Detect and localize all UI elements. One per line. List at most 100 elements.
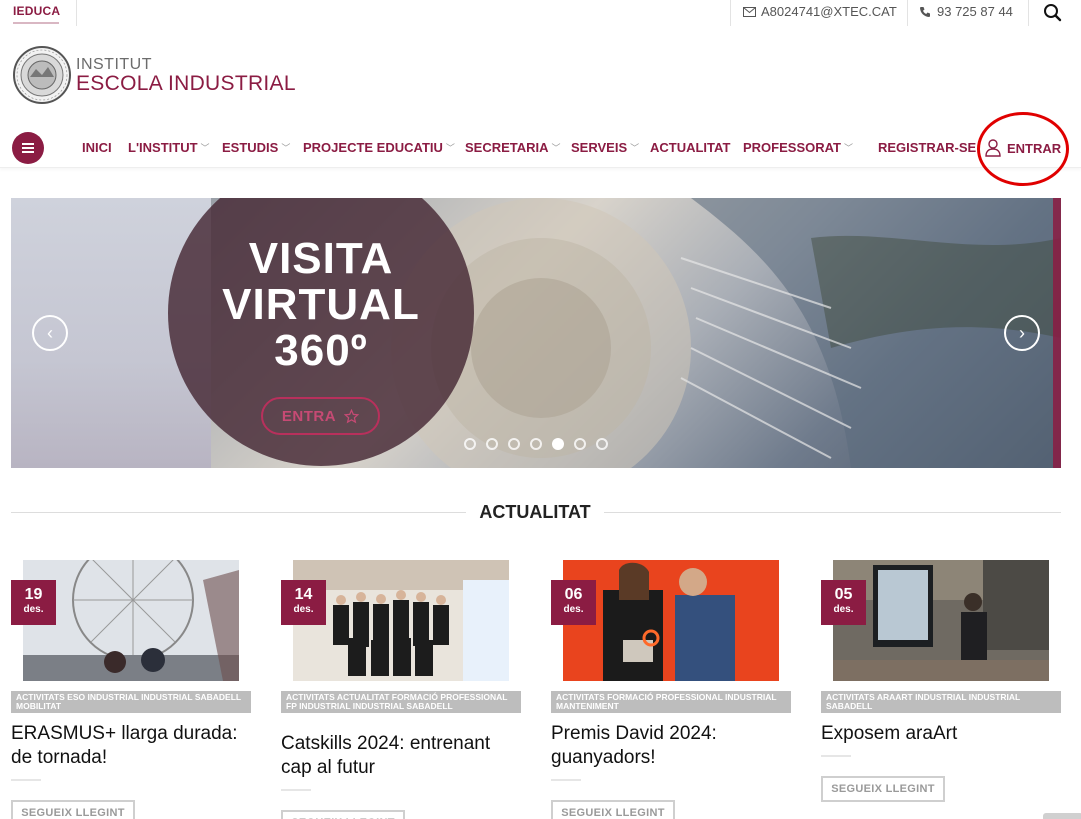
site-logo[interactable]: INSTITUT ESCOLA INDUSTRIAL	[12, 45, 296, 105]
slider-dot-active[interactable]	[552, 438, 564, 450]
news-categories[interactable]: ACTIVITATS FORMACIÓ PROFESSIONAL INDUSTR…	[551, 691, 791, 713]
divider	[1028, 0, 1029, 26]
nav-item-projecte-educatiu[interactable]: PROJECTE EDUCATIU ﹀	[303, 140, 455, 155]
nav-label: SERVEIS	[571, 140, 628, 155]
hamburger-icon	[22, 143, 34, 153]
register-link[interactable]: REGISTRAR-SE	[878, 140, 976, 155]
chevron-down-icon: ﹀	[200, 143, 210, 153]
register-label: REGISTRAR-SE	[878, 140, 977, 155]
date-month: des.	[833, 604, 854, 615]
search-icon	[1044, 4, 1062, 22]
star-icon	[344, 408, 360, 423]
slider-dot[interactable]	[464, 438, 476, 450]
top-bar: IEDUCA A8024741@XTEC.CAT 93 725 87 44	[0, 0, 1081, 26]
date-day: 05	[834, 586, 853, 603]
contact-email[interactable]: A8024741@XTEC.CAT	[743, 4, 897, 19]
news-title[interactable]: Exposem araArt	[821, 722, 1061, 746]
nav-item-estudis[interactable]: ESTUDIS ﹀	[222, 140, 290, 155]
date-month: des.	[293, 604, 314, 615]
divider	[76, 0, 77, 26]
section-rule	[604, 512, 1061, 513]
contact-phone[interactable]: 93 725 87 44	[919, 4, 1013, 19]
nav-item-institut[interactable]: L'INSTITUT ﹀	[128, 140, 210, 155]
nav-label: L'INSTITUT	[128, 140, 198, 155]
login-link[interactable]: ENTRAR	[985, 139, 1061, 157]
ieduca-link[interactable]: IEDUCA	[13, 4, 60, 18]
chevron-down-icon: ﹀	[551, 143, 561, 153]
institute-seal-logo	[13, 46, 71, 104]
news-categories[interactable]: ACTIVITATS ESO INDUSTRIAL INDUSTRIAL SAB…	[11, 691, 251, 713]
read-more-button[interactable]: SEGUEIX LLEGINT	[11, 800, 135, 819]
enter-button-label: ENTRA	[281, 407, 337, 425]
slider-dot[interactable]	[596, 438, 608, 450]
slide-title: VISITA VIRTUAL 360º	[168, 236, 474, 374]
slider-dots	[464, 438, 608, 450]
news-title[interactable]: Premis David 2024: guanyadors!	[551, 722, 791, 770]
chevron-down-icon: ﹀	[445, 143, 455, 153]
date-month: des.	[563, 604, 584, 615]
read-more-button[interactable]: SEGUEIX LLEGINT	[551, 800, 675, 819]
nav-label: SECRETARIA	[465, 140, 549, 155]
chevron-down-icon: ﹀	[281, 143, 291, 153]
news-title[interactable]: ERASMUS+ llarga durada: de tornada!	[11, 722, 251, 770]
main-navigation: INICI L'INSTITUT ﹀ ESTUDIS ﹀ PROJECTE EDUC…	[0, 128, 1081, 168]
date-month: des.	[23, 604, 44, 615]
title-rule	[11, 779, 41, 781]
hero-slider: VISITA VIRTUAL 360º ENTRA ‹ ›	[11, 198, 1061, 468]
slider-dot[interactable]	[574, 438, 586, 450]
date-day: 14	[294, 586, 313, 603]
title-rule	[551, 779, 581, 781]
date-badge: 19 des.	[11, 580, 56, 625]
title-rule	[281, 789, 311, 791]
ieduca-underline	[13, 22, 59, 24]
nav-item-professorat[interactable]: PROFESSORAT ﹀	[743, 140, 853, 155]
nav-label: ACTUALITAT	[650, 140, 731, 155]
date-badge: 05 des.	[821, 580, 866, 625]
phone-icon	[920, 6, 930, 17]
date-day: 06	[564, 586, 583, 603]
user-icon	[985, 139, 1001, 157]
nav-label: PROJECTE EDUCATIU	[303, 140, 443, 155]
chevron-down-icon: ﹀	[844, 143, 854, 153]
scroll-to-top-button[interactable]	[1043, 813, 1081, 819]
enter-virtual-visit-button[interactable]: ENTRA	[261, 397, 380, 435]
nav-label: ESTUDIS	[222, 140, 279, 155]
logo-line2: ESCOLA INDUSTRIAL	[76, 71, 296, 95]
nav-label: INICI	[82, 140, 112, 155]
nav-item-secretaria[interactable]: SECRETARIA ﹀	[465, 140, 561, 155]
email-text: A8024741@XTEC.CAT	[761, 4, 897, 19]
date-badge: 14 des.	[281, 580, 326, 625]
search-button[interactable]	[1043, 3, 1063, 23]
nav-item-serveis[interactable]: SERVEIS ﹀	[571, 140, 639, 155]
slide-title-line3: 360º	[274, 326, 368, 375]
date-day: 19	[24, 586, 43, 603]
chevron-left-icon: ‹	[47, 322, 53, 343]
slider-dot[interactable]	[530, 438, 542, 450]
divider	[907, 0, 908, 26]
slide-title-line2: VIRTUAL	[222, 280, 420, 329]
divider	[730, 0, 731, 26]
news-categories[interactable]: ACTIVITATS ARAART INDUSTRIAL INDUSTRIAL …	[821, 691, 1061, 713]
read-more-button[interactable]: SEGUEIX LLEGINT	[281, 810, 405, 819]
read-more-button[interactable]: SEGUEIX LLEGINT	[821, 776, 945, 802]
nav-label: PROFESSORAT	[743, 140, 841, 155]
logo-line1: INSTITUT	[76, 55, 152, 73]
slider-dot[interactable]	[486, 438, 498, 450]
menu-button[interactable]	[12, 132, 44, 164]
slide-edge-accent	[1053, 198, 1061, 468]
phone-text: 93 725 87 44	[937, 4, 1013, 19]
envelope-icon	[743, 6, 756, 17]
slide-title-line1: VISITA	[248, 234, 394, 283]
login-label: ENTRAR	[1007, 140, 1062, 156]
nav-item-actualitat[interactable]: ACTUALITAT	[650, 140, 730, 155]
chevron-down-icon: ﹀	[630, 143, 640, 153]
chevron-right-icon: ›	[1019, 322, 1025, 343]
section-rule	[11, 512, 466, 513]
slider-prev-button[interactable]: ‹	[32, 315, 68, 351]
nav-item-inici[interactable]: INICI	[82, 140, 112, 155]
news-title[interactable]: Catskills 2024: entrenant cap al futur	[281, 732, 521, 780]
news-categories[interactable]: ACTIVITATS ACTUALITAT FORMACIÓ PROFESSIO…	[281, 691, 521, 713]
title-rule	[821, 755, 851, 757]
slider-next-button[interactable]: ›	[1004, 315, 1040, 351]
slider-dot[interactable]	[508, 438, 520, 450]
